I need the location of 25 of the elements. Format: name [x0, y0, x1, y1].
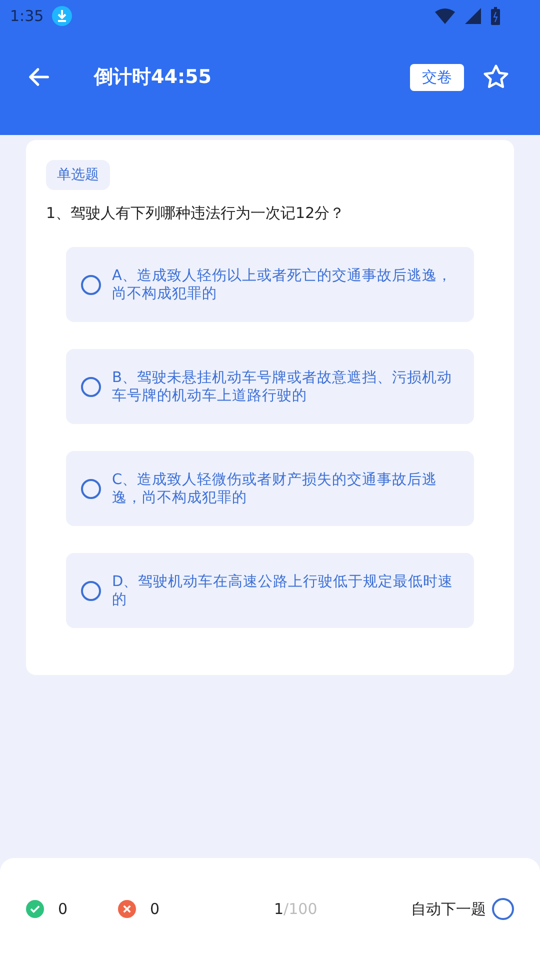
download-icon: [52, 6, 72, 26]
radio-icon: [80, 274, 102, 296]
wrong-count: 0: [150, 900, 161, 918]
wrong-icon: [118, 900, 136, 918]
question-type-tag: 单选题: [46, 160, 110, 190]
countdown-title: 倒计时44:55: [94, 65, 212, 90]
status-time: 1:35: [10, 7, 44, 25]
submit-button[interactable]: 交卷: [410, 64, 464, 90]
question-text: 1、驾驶人有下列哪种违法行为一次记12分？: [46, 204, 345, 223]
correct-icon: [26, 900, 44, 918]
radio-icon: [80, 376, 102, 398]
answer-option[interactable]: B、驾驶未悬挂机动车号牌或者故意遮挡、污损机动车号牌的机动车上道路行驶的: [66, 349, 474, 424]
correct-count: 0: [58, 900, 69, 918]
answer-option[interactable]: C、造成致人轻微伤或者财产损失的交通事故后逃逸，尚不构成犯罪的: [66, 451, 474, 526]
wifi-icon: [435, 8, 455, 24]
star-icon: [482, 63, 510, 91]
answer-option[interactable]: D、驾驶机动车在高速公路上行驶低于规定最低时速的: [66, 553, 474, 628]
battery-icon: [491, 7, 500, 25]
radio-icon: [80, 478, 102, 500]
auto-next-label: 自动下一题: [411, 900, 486, 918]
radio-icon: [80, 580, 102, 602]
answer-option[interactable]: A、造成致人轻伤以上或者死亡的交通事故后逃逸，尚不构成犯罪的: [66, 247, 474, 322]
auto-next-toggle[interactable]: [492, 898, 514, 920]
signal-icon: [463, 8, 483, 24]
favorite-button[interactable]: [482, 63, 510, 91]
